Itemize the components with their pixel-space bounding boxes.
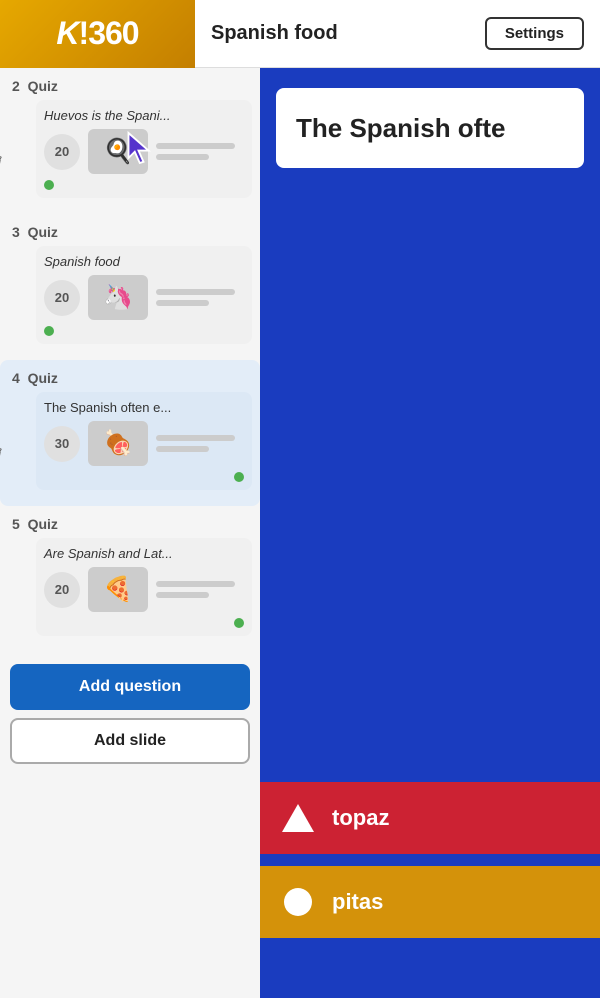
quiz-lines-5	[156, 581, 244, 598]
quiz-card-3[interactable]: Spanish food 20 🦄	[36, 246, 252, 344]
quiz-line	[156, 289, 235, 295]
quiz-card-title-2: Huevos is the Spani...	[44, 108, 244, 123]
delete-icon-4[interactable]: 🗑	[0, 445, 4, 463]
quiz-line	[156, 435, 235, 441]
section-header-2: 2 Quiz	[8, 78, 252, 94]
section-header-3: 3 Quiz	[8, 224, 252, 240]
quiz-lines-2	[156, 143, 244, 160]
quiz-card-5[interactable]: Are Spanish and Lat... 20 🍕	[36, 538, 252, 636]
quiz-card-body-4: 30 🍖	[44, 421, 244, 466]
side-actions-2: ⧉ 🗑	[0, 127, 4, 171]
copy-icon-4[interactable]: ⧉	[0, 419, 4, 437]
quiz-card-title-4: The Spanish often e...	[44, 400, 244, 415]
add-slide-button[interactable]: Add slide	[10, 718, 250, 764]
settings-button[interactable]: Settings	[485, 17, 584, 50]
quiz-lines-4	[156, 435, 244, 452]
quiz-card-2[interactable]: Huevos is the Spani... 20 🍳	[36, 100, 252, 198]
quiz-section-3: 3 Quiz Spanish food 20 🦄	[0, 214, 260, 360]
quiz-line	[156, 446, 209, 452]
quiz-line	[156, 300, 209, 306]
quiz-line	[156, 581, 235, 587]
quiz-dot-row-5	[44, 618, 244, 628]
quiz-thumb-3: 🦄	[88, 275, 148, 320]
quiz-lines-3	[156, 289, 244, 306]
quiz-line	[156, 154, 209, 160]
copy-icon[interactable]: ⧉	[0, 127, 4, 145]
quiz-line	[156, 592, 209, 598]
quiz-section-wrap-5: Are Spanish and Lat... 20 🍕	[8, 538, 252, 636]
quiz-card-body-3: 20 🦄	[44, 275, 244, 320]
logo: K!360	[56, 15, 138, 52]
answer-label-1: topaz	[332, 805, 389, 831]
quiz-thumb-2: 🍳	[88, 129, 148, 174]
triangle-icon	[280, 800, 316, 836]
section-header-5: 5 Quiz	[8, 516, 252, 532]
sidebar-footer: Add question Add slide	[0, 652, 260, 772]
quiz-card-4[interactable]: The Spanish often e... 30 🍖	[36, 392, 252, 490]
quiz-card-body-5: 20 🍕	[44, 567, 244, 612]
delete-icon[interactable]: 🗑	[0, 153, 4, 171]
quiz-dot-4	[234, 472, 244, 482]
quiz-section-wrap-4: ⧉ 🗑 The Spanish often e... 30 🍖	[8, 392, 252, 490]
quiz-dot-2	[44, 180, 54, 190]
quiz-dot-row-3	[44, 326, 244, 336]
quiz-line	[156, 143, 235, 149]
quiz-card-title-5: Are Spanish and Lat...	[44, 546, 244, 561]
question-box: The Spanish ofte	[276, 88, 584, 168]
header-title-area: Spanish food Settings	[195, 17, 600, 50]
quiz-section-4: 4 Quiz ⧉ 🗑 The Spanish often e... 30 🍖	[0, 360, 260, 506]
quiz-dot-3	[44, 326, 54, 336]
quiz-dot-5	[234, 618, 244, 628]
quiz-points-5: 20	[44, 572, 80, 608]
circle-icon	[280, 884, 316, 920]
quiz-dot-row-2	[44, 180, 244, 190]
sidebar: 2 Quiz ⧉ 🗑 Huevos is the Spani... 20 🍳	[0, 68, 260, 998]
quiz-thumb-5: 🍕	[88, 567, 148, 612]
quiz-dot-row-4	[44, 472, 244, 482]
page-title: Spanish food	[211, 22, 338, 45]
answer-options: topaz pitas	[260, 782, 600, 938]
answer-label-2: pitas	[332, 889, 383, 915]
quiz-points-2: 20	[44, 134, 80, 170]
answer-option-2[interactable]: pitas	[260, 866, 600, 938]
quiz-card-title-3: Spanish food	[44, 254, 244, 269]
answer-option-1[interactable]: topaz	[260, 782, 600, 854]
quiz-section-wrap-2: ⧉ 🗑 Huevos is the Spani... 20 🍳	[8, 100, 252, 198]
quiz-card-body-2: 20 🍳	[44, 129, 244, 174]
quiz-section-2: 2 Quiz ⧉ 🗑 Huevos is the Spani... 20 🍳	[0, 68, 260, 214]
add-question-button[interactable]: Add question	[10, 664, 250, 710]
side-actions-4: ⧉ 🗑	[0, 419, 4, 463]
quiz-points-3: 20	[44, 280, 80, 316]
quiz-thumb-4: 🍖	[88, 421, 148, 466]
header: K!360 Spanish food Settings	[0, 0, 600, 68]
logo-area: K!360	[0, 0, 195, 68]
quiz-section-wrap-3: Spanish food 20 🦄	[8, 246, 252, 344]
content-area: The Spanish ofte topaz pitas	[260, 68, 600, 998]
section-header-4: 4 Quiz	[8, 370, 252, 386]
quiz-section-5: 5 Quiz Are Spanish and Lat... 20 🍕	[0, 506, 260, 652]
quiz-points-4: 30	[44, 426, 80, 462]
main-layout: 2 Quiz ⧉ 🗑 Huevos is the Spani... 20 🍳	[0, 68, 600, 998]
